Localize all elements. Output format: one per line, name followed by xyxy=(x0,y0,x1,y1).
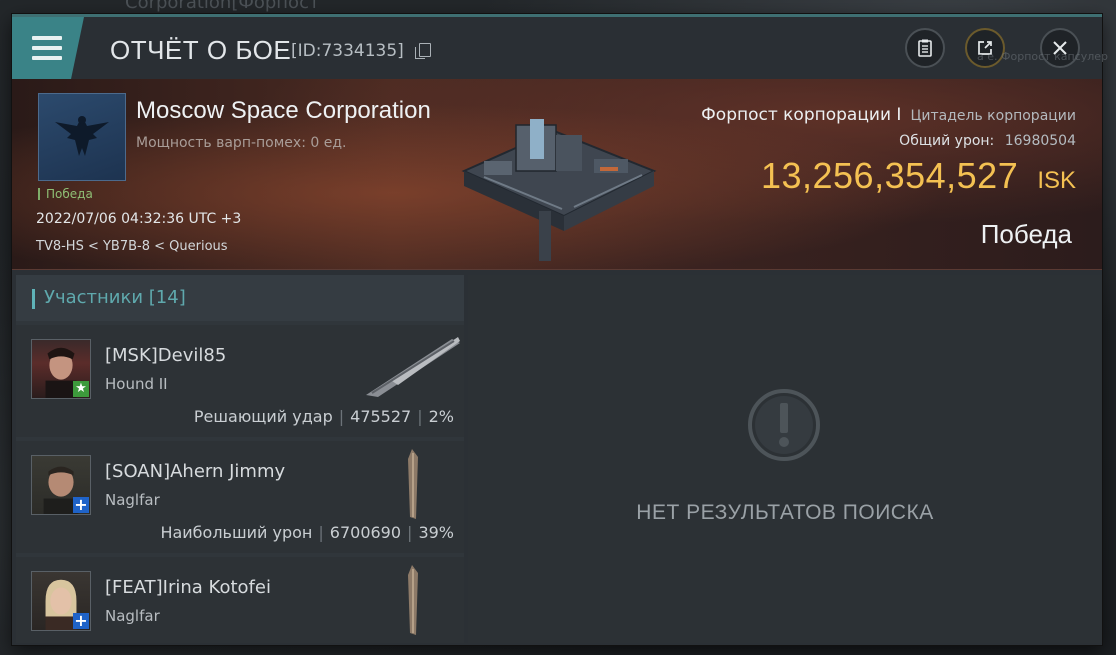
results-panel: НЕТ РЕЗУЛЬТАТОВ ПОИСКА xyxy=(468,275,1102,643)
report-id: [ID:7334135] xyxy=(291,41,404,61)
pilot-portrait[interactable]: ★ xyxy=(31,339,91,399)
star-icon: ★ xyxy=(73,381,89,397)
pilot-portrait[interactable]: + xyxy=(31,571,91,631)
kill-datetime: 2022/07/06 04:32:36 UTC +3 xyxy=(36,211,242,227)
pilot-name[interactable]: [MSK]Devil85 xyxy=(105,345,226,366)
target-line: Форпост корпорации I Цитадель корпорации xyxy=(701,105,1076,125)
pilot-portrait[interactable]: + xyxy=(31,455,91,515)
plus-icon: + xyxy=(73,495,89,514)
result-label-big: Победа xyxy=(980,219,1072,249)
participants-title: Участники [14] xyxy=(44,287,186,308)
window-title: ОТЧЁТ О БОЕ xyxy=(110,35,292,65)
target-name[interactable]: Форпост корпорации I xyxy=(701,105,901,125)
plus-icon: + xyxy=(73,611,89,630)
corporation-name[interactable]: Moscow Space Corporation xyxy=(136,97,431,125)
total-damage: Общий урон: 16980504 xyxy=(899,133,1076,149)
target-type: Цитадель корпорации xyxy=(910,108,1076,124)
result-label-small: Победа xyxy=(38,188,93,200)
copy-icon[interactable] xyxy=(415,43,431,59)
isk-line: 13,256,354,527 ISK xyxy=(761,155,1076,197)
total-damage-value: 16980504 xyxy=(1004,133,1076,149)
participant-role: Решающий удар xyxy=(193,407,333,426)
isk-unit: ISK xyxy=(1037,167,1076,194)
participant-row[interactable]: ★ [MSK]Devil85 Hound II Решающий удар | 47… xyxy=(16,321,464,437)
exclamation-icon xyxy=(748,389,820,461)
ship-name: Hound II xyxy=(105,375,168,393)
participant-stats: Решающий удар | 475527 | 2% xyxy=(193,407,454,426)
participant-damage: 6700690 xyxy=(329,523,402,542)
background-text-top: Corporation[Форпост xyxy=(125,0,320,13)
no-results-text: НЕТ РЕЗУЛЬТАТОВ ПОИСКА xyxy=(636,501,934,524)
window-header: ОТЧЁТ О БОЕ [ID:7334135] xyxy=(12,17,1102,79)
ship-name: Naglfar xyxy=(105,607,160,625)
battle-report-window: ОТЧЁТ О БОЕ [ID:7334135] Moscow Space Co… xyxy=(12,14,1102,645)
ship-image[interactable] xyxy=(402,563,426,637)
ship-name: Naglfar xyxy=(105,491,160,509)
participants-panel: Участники [14] ★ [MSK]Devil85 Hound II Р… xyxy=(16,275,464,643)
participant-role: Наибольший урон xyxy=(160,523,313,542)
eagle-icon xyxy=(55,116,109,156)
pilot-name[interactable]: [FEAT]Irina Kotofei xyxy=(105,577,271,598)
ship-image[interactable] xyxy=(362,333,462,399)
location-route[interactable]: TV8-HS < YB7B-8 < Querious xyxy=(36,239,228,254)
pilot-name[interactable]: [SOAN]Ahern Jimmy xyxy=(105,461,285,482)
participant-row[interactable]: + [SOAN]Ahern Jimmy Naglfar Наибольший у… xyxy=(16,437,464,553)
total-damage-label: Общий урон: xyxy=(899,133,995,149)
background-text-right: а е. Форпост капсулер xyxy=(977,50,1108,63)
participant-percent: 2% xyxy=(428,407,454,426)
ship-image[interactable] xyxy=(402,447,426,521)
participants-header[interactable]: Участники [14] xyxy=(16,275,464,321)
participant-stats: Наибольший урон | 6700690 | 39% xyxy=(160,523,454,542)
participant-damage: 475527 xyxy=(350,407,412,426)
notes-icon xyxy=(918,39,932,57)
isk-value: 13,256,354,527 xyxy=(760,155,1019,196)
notes-button[interactable] xyxy=(905,28,945,68)
menu-button[interactable] xyxy=(12,17,84,79)
kill-banner: Moscow Space Corporation Мощность варп-п… xyxy=(12,79,1102,270)
corporation-logo[interactable] xyxy=(38,93,126,181)
warp-disruption-strength: Мощность варп-помех: 0 ед. xyxy=(136,135,347,151)
participant-row[interactable]: + [FEAT]Irina Kotofei Naglfar xyxy=(16,553,464,643)
citadel-structure-image xyxy=(461,119,657,261)
participant-percent: 39% xyxy=(418,523,454,542)
